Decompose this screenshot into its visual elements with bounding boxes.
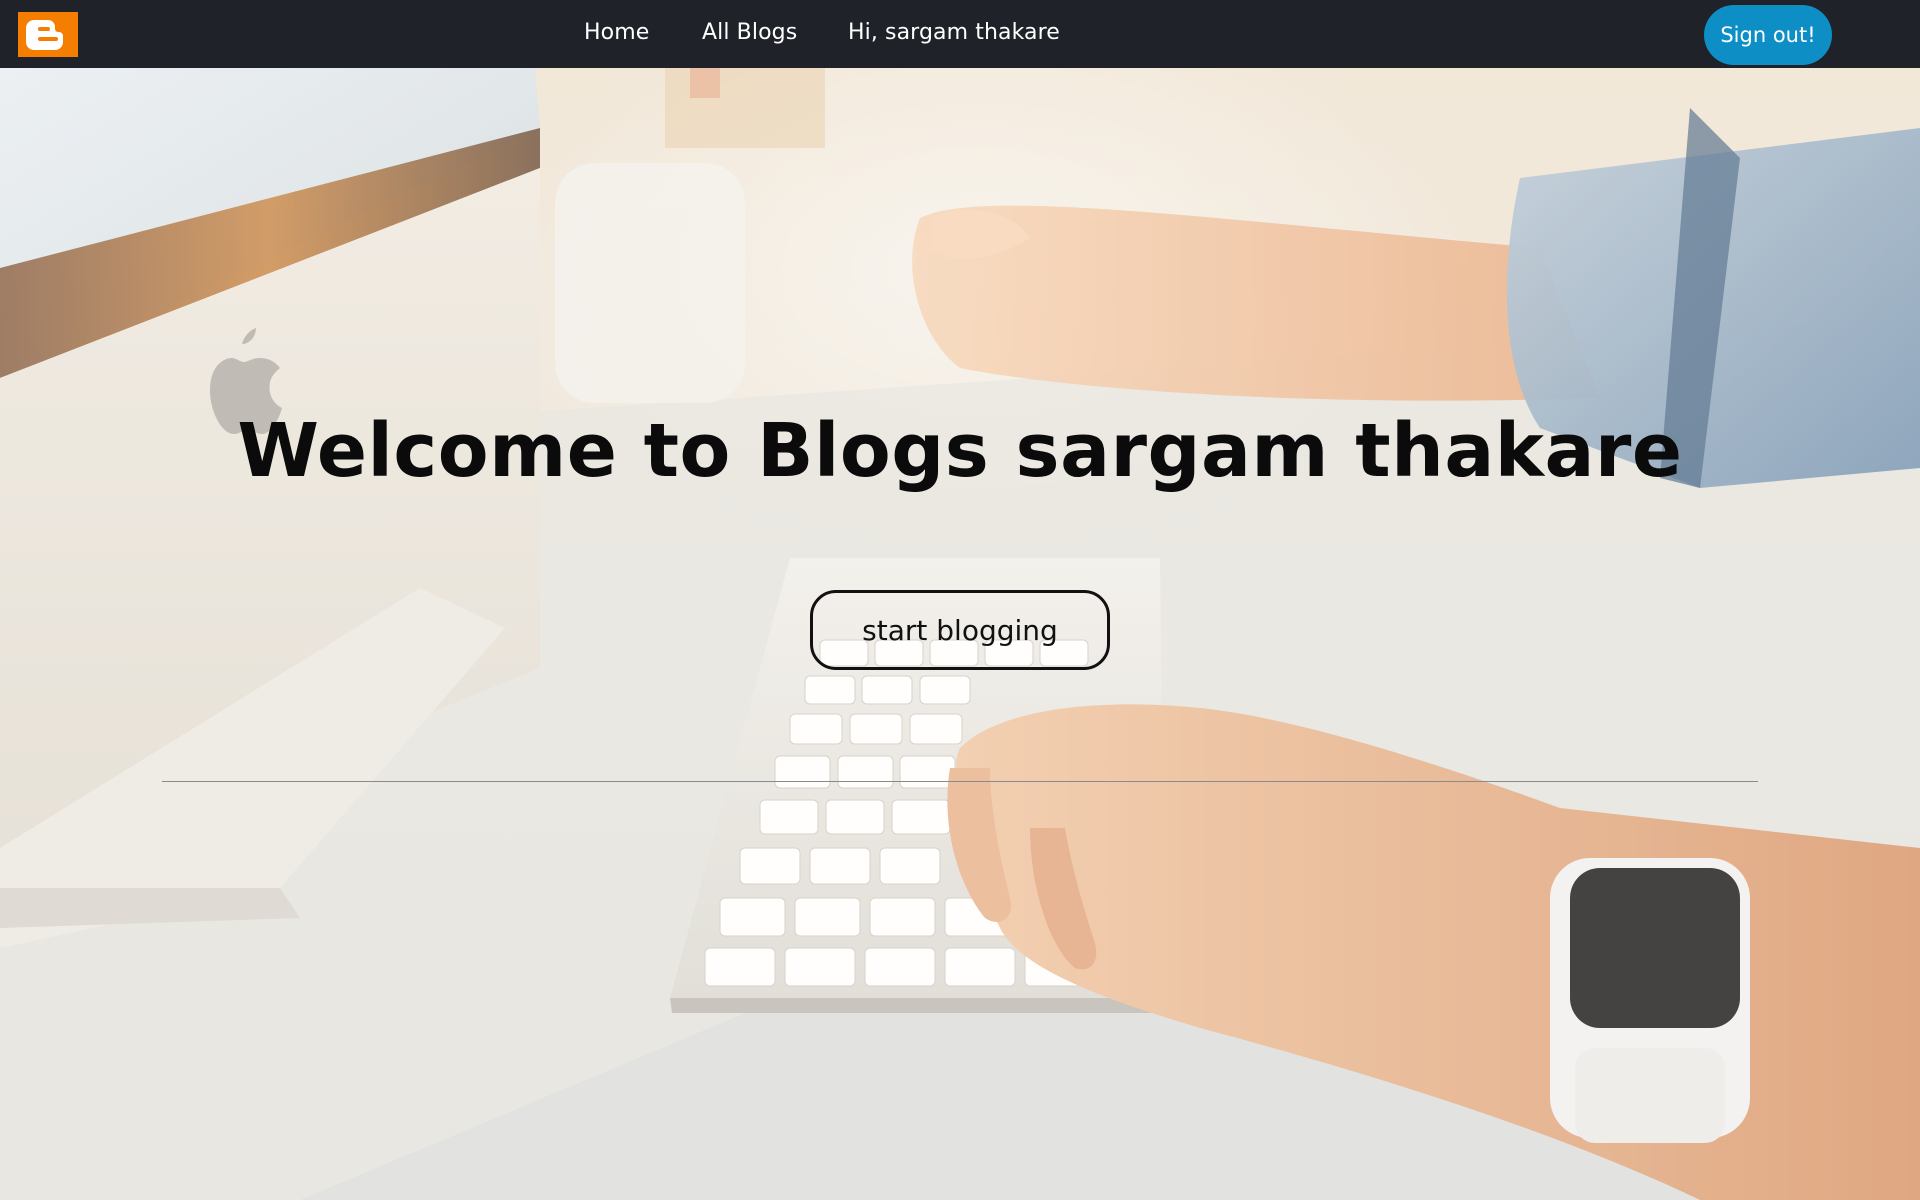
nav-link-home[interactable]: Home [584, 20, 649, 45]
welcome-title: Welcome to Blogs sargam thakare [237, 408, 1683, 494]
nav-link-all-blogs[interactable]: All Blogs [702, 20, 797, 45]
top-navbar: Home All Blogs Hi, sargam thakare Sign o… [0, 0, 1920, 68]
sign-out-button[interactable]: Sign out! [1704, 5, 1832, 65]
user-greeting: Hi, sargam thakare [848, 20, 1060, 45]
start-blogging-button[interactable]: start blogging [810, 590, 1110, 670]
hero-background-image: Welcome to Blogs sargam thakare start bl… [0, 68, 1920, 1200]
section-divider [162, 781, 1758, 782]
blogger-logo-icon[interactable] [18, 12, 78, 57]
